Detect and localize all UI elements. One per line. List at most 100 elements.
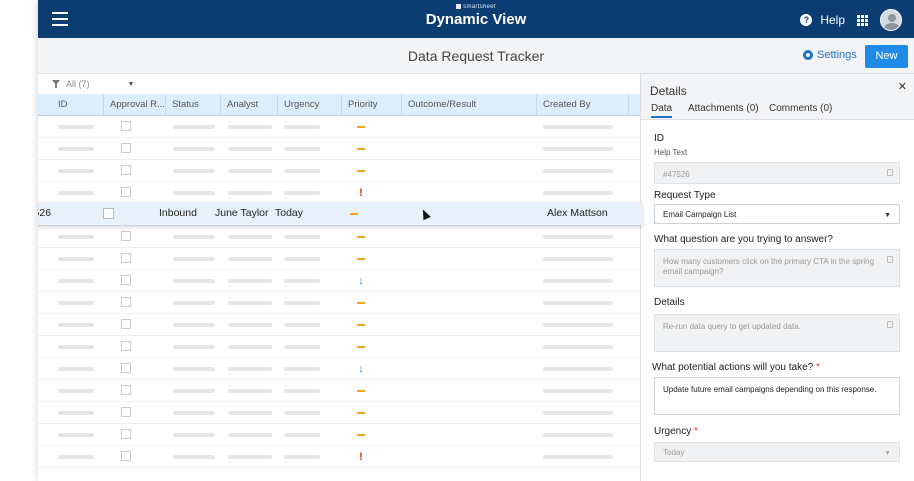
table-row[interactable]: [38, 160, 640, 182]
question-value: How many customers click on the primary …: [663, 257, 875, 276]
approval-checkbox[interactable]: [121, 341, 131, 351]
table-row[interactable]: [38, 226, 640, 248]
approval-checkbox[interactable]: [121, 165, 131, 175]
column-header-priority[interactable]: Priority: [342, 94, 402, 116]
table-row[interactable]: !: [38, 182, 640, 204]
priority-medium-icon: [356, 402, 366, 424]
cell-placeholder: [228, 235, 272, 239]
help-link[interactable]: Help: [820, 13, 845, 27]
chevron-down-icon[interactable]: ▼: [884, 449, 891, 459]
column-header-urgency[interactable]: Urgency: [278, 94, 342, 116]
cell-placeholder: [173, 301, 215, 305]
settings-button[interactable]: Settings: [803, 49, 857, 61]
cell-placeholder: [284, 411, 320, 415]
approval-checkbox[interactable]: [121, 187, 131, 197]
table-header: ID Approval R... Status Analyst Urgency …: [38, 94, 640, 116]
table-row[interactable]: !: [38, 446, 640, 468]
approval-checkbox[interactable]: [103, 208, 114, 219]
column-header-analyst[interactable]: Analyst: [221, 94, 278, 116]
new-button[interactable]: New: [865, 45, 908, 68]
approval-checkbox[interactable]: [121, 253, 131, 263]
table-row[interactable]: [38, 314, 640, 336]
cell-placeholder: [58, 147, 94, 151]
cell-placeholder: [543, 433, 613, 437]
help-icon[interactable]: ?: [800, 14, 813, 26]
id-label: ID: [654, 133, 664, 144]
table-row[interactable]: ↓: [38, 358, 640, 380]
table-row[interactable]: [38, 138, 640, 160]
priority-high-icon: !: [359, 187, 363, 199]
approval-checkbox[interactable]: [121, 231, 131, 241]
filter-bar[interactable]: All (7) ▼: [38, 74, 640, 94]
approval-checkbox[interactable]: [121, 451, 131, 461]
table-row[interactable]: [38, 402, 640, 424]
tab-attachments[interactable]: Attachments (0): [688, 103, 759, 114]
column-header-id[interactable]: ID: [38, 94, 104, 116]
cell-placeholder: [173, 323, 215, 327]
priority-medium-icon: [356, 314, 366, 336]
approval-checkbox[interactable]: [121, 319, 131, 329]
row-status[interactable]: Inbound: [159, 202, 197, 225]
cell-placeholder: [284, 433, 320, 437]
row-analyst[interactable]: June Taylor: [215, 202, 269, 225]
row-id[interactable]: #47526: [38, 202, 51, 225]
id-field: #47526: [654, 162, 900, 184]
approval-checkbox[interactable]: [121, 385, 131, 395]
cell-placeholder: [173, 147, 215, 151]
cell-placeholder: [58, 279, 94, 283]
cell-placeholder: [58, 411, 94, 415]
approval-checkbox[interactable]: [121, 407, 131, 417]
approval-checkbox[interactable]: [121, 275, 131, 285]
column-header-created-by[interactable]: Created By: [537, 94, 629, 116]
gear-icon: [803, 50, 813, 60]
cell-placeholder: [173, 455, 215, 459]
table-row[interactable]: [38, 424, 640, 446]
cell-placeholder: [284, 147, 320, 151]
table-row[interactable]: [38, 292, 640, 314]
actions-textarea[interactable]: Update future email campaigns depending …: [654, 377, 900, 415]
selected-row[interactable]: #47526 Inbound June Taylor Today Alex Ma…: [38, 202, 642, 225]
priority-low-icon: ↓: [358, 363, 364, 375]
cell-placeholder: [543, 257, 613, 261]
tab-data[interactable]: Data: [651, 103, 673, 118]
details-field-label: Details: [654, 297, 685, 308]
approval-checkbox[interactable]: [121, 429, 131, 439]
row-urgency[interactable]: Today: [275, 202, 303, 225]
avatar[interactable]: [880, 9, 902, 31]
column-header-status[interactable]: Status: [166, 94, 221, 116]
id-help-text: Help Text: [654, 148, 688, 157]
filter-label[interactable]: All (7): [66, 79, 90, 89]
chevron-down-icon[interactable]: ▼: [884, 211, 891, 221]
cell-placeholder: [284, 367, 320, 371]
request-type-select[interactable]: Email Campaign List ▼: [654, 204, 900, 224]
cell-placeholder: [58, 433, 94, 437]
urgency-select[interactable]: Today ▼: [654, 442, 900, 462]
table-row[interactable]: [38, 116, 640, 138]
filter-icon[interactable]: [52, 80, 60, 88]
row-created-by[interactable]: Alex Mattson: [547, 202, 608, 225]
brand-sub-label: smartsheet: [463, 4, 496, 11]
app-launcher-icon[interactable]: [857, 14, 868, 26]
chevron-down-icon[interactable]: ▼: [128, 81, 135, 88]
column-header-approval[interactable]: Approval R...: [104, 94, 166, 116]
cell-placeholder: [543, 389, 613, 393]
table-row[interactable]: [38, 336, 640, 358]
cell-placeholder: [543, 235, 613, 239]
approval-checkbox[interactable]: [121, 363, 131, 373]
approval-checkbox[interactable]: [121, 121, 131, 131]
table-row[interactable]: ↓: [38, 270, 640, 292]
cell-placeholder: [228, 433, 272, 437]
table-row[interactable]: [38, 380, 640, 402]
cell-placeholder: [284, 389, 320, 393]
cell-placeholder: [173, 411, 215, 415]
approval-checkbox[interactable]: [121, 297, 131, 307]
cell-placeholder: [284, 279, 320, 283]
cell-placeholder: [228, 125, 272, 129]
table-row[interactable]: [38, 248, 640, 270]
close-icon[interactable]: ✕: [898, 80, 907, 93]
tab-comments[interactable]: Comments (0): [769, 103, 832, 114]
question-field: How many customers click on the primary …: [654, 249, 900, 287]
cell-placeholder: [173, 125, 215, 129]
approval-checkbox[interactable]: [121, 143, 131, 153]
column-header-outcome[interactable]: Outcome/Result: [402, 94, 537, 116]
